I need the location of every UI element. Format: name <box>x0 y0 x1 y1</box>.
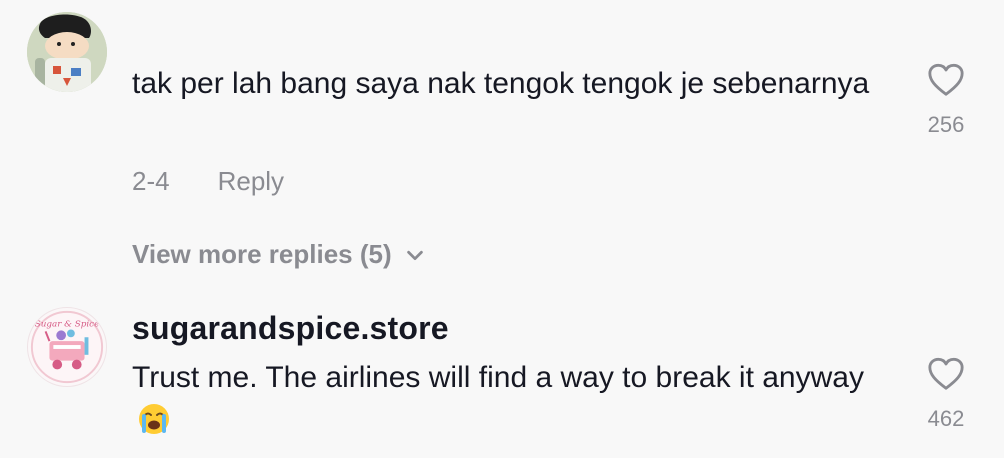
comment-date: 2-4 <box>132 166 170 196</box>
loudly-crying-face-emoji <box>139 404 169 434</box>
comment-text: tak per lah bang saya nak tengok tengok … <box>132 67 870 100</box>
username[interactable]: sugarandspice.store <box>132 310 449 347</box>
chevron-down-icon <box>406 250 423 260</box>
avatar[interactable]: Sugar & Spice <box>27 307 107 387</box>
avatar-image: Sugar & Spice <box>30 310 104 384</box>
reply-button[interactable]: Reply <box>218 166 284 197</box>
like-control: 462 <box>916 356 976 432</box>
view-more-replies-button[interactable]: View more replies (5) <box>132 239 426 270</box>
comment-meta: 2-4 Reply <box>132 166 284 197</box>
comment-text: Trust me. The airlines will find a way t… <box>132 356 872 444</box>
heart-outline-icon[interactable] <box>927 62 965 98</box>
avatar-logo-text: Sugar & Spice <box>35 320 100 330</box>
avatar[interactable] <box>27 12 107 92</box>
view-more-replies-label: View more replies (5) <box>132 239 392 269</box>
avatar-image <box>27 12 107 92</box>
heart-outline-icon[interactable] <box>927 356 965 392</box>
comment-text-content: Trust me. The airlines will find a way t… <box>132 361 864 394</box>
like-count: 462 <box>927 406 965 431</box>
like-control: 256 <box>916 62 976 138</box>
like-count: 256 <box>927 112 965 137</box>
